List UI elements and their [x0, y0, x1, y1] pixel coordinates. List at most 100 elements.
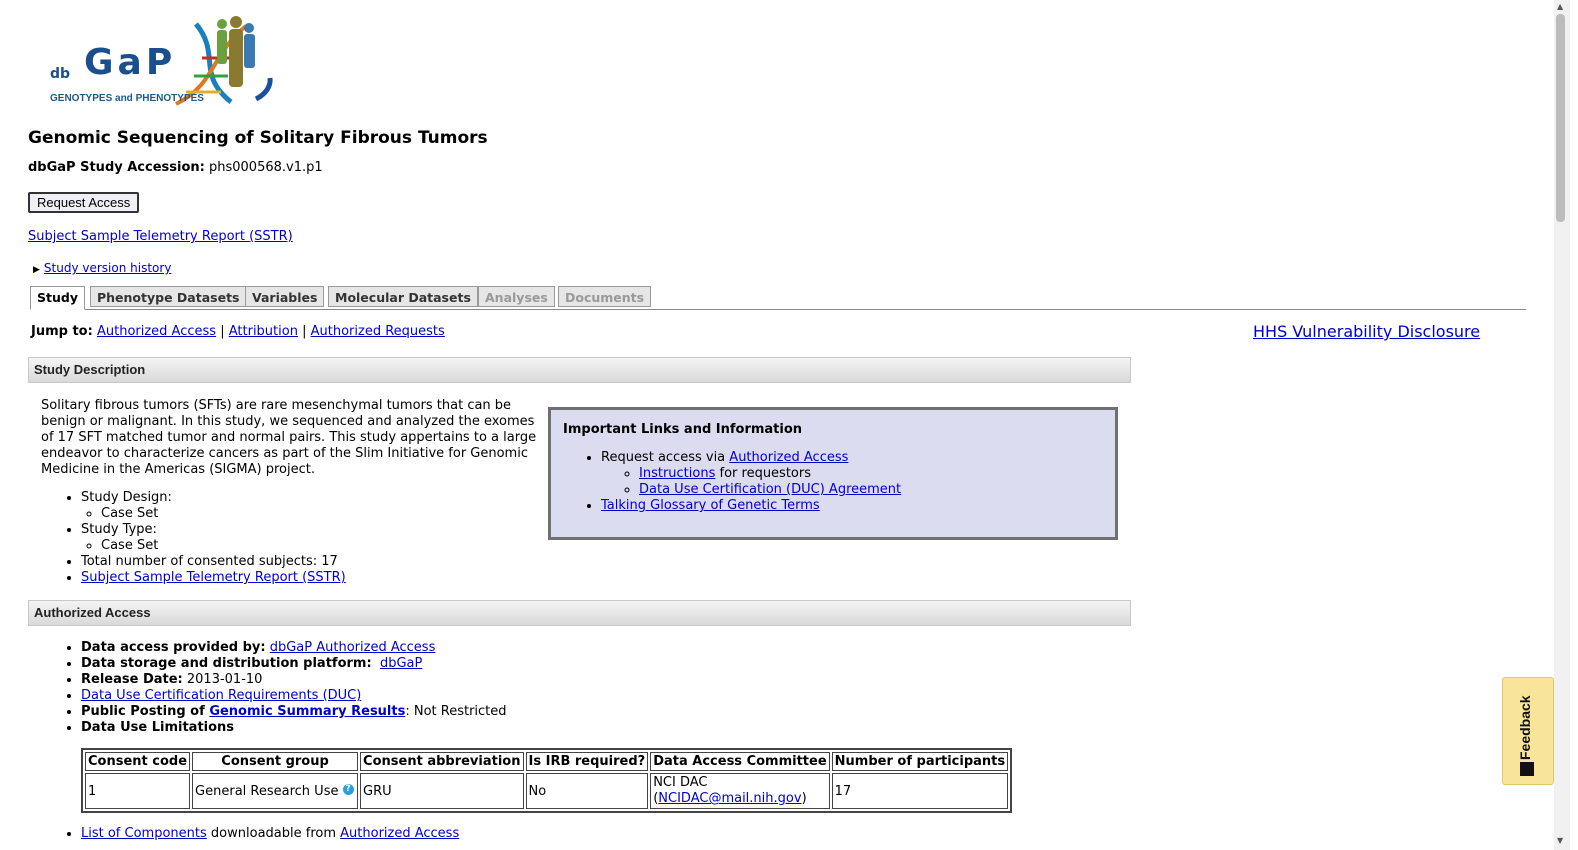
column-header: Consent code	[85, 752, 191, 771]
tab-analyses: Analyses	[478, 286, 555, 307]
logo-main: GaP	[84, 42, 177, 83]
list-item: Release Date: 2013-01-10	[81, 672, 507, 688]
genomic-summary-results-link[interactable]: Genomic Summary Results	[209, 704, 405, 719]
list-item: Data Use Limitations	[81, 720, 507, 736]
dbgap-logo[interactable]: db GaP GENOTYPES and PHENOTYPES	[46, 14, 276, 110]
dac-email-link[interactable]: NCIDAC@mail.nih.gov	[658, 791, 801, 806]
column-header: Consent group	[192, 752, 359, 771]
consent-code-cell: 1	[85, 773, 191, 809]
jump-separator: |	[220, 324, 225, 339]
participants-cell: 17	[831, 773, 1009, 809]
tab-molecular-datasets[interactable]: Molecular Datasets	[328, 286, 478, 307]
request-access-via-label: Request access via	[601, 450, 726, 465]
instructions-suffix: for requestors	[719, 466, 812, 481]
tab-variables[interactable]: Variables	[245, 286, 325, 307]
jump-authorized-access-link[interactable]: Authorized Access	[97, 324, 216, 339]
dac-cell: NCI DAC (NCIDAC@mail.nih.gov)	[650, 773, 830, 809]
list-item: Public Posting of Genomic Summary Result…	[81, 704, 507, 720]
study-type-value: Case Set	[101, 538, 346, 554]
study-description-text: Solitary fibrous tumors (SFTs) are rare …	[41, 398, 537, 477]
list-item: Subject Sample Telemetry Report (SSTR)	[81, 570, 346, 586]
list-item: Data storage and distribution platform: …	[81, 656, 507, 672]
table-row: 1 General Research Use ? GRU No NCI DAC(…	[85, 773, 1009, 809]
duc-requirements-link[interactable]: Data Use Certification Requirements (DUC…	[81, 688, 361, 703]
study-version-history[interactable]: ▶ Study version history	[33, 261, 171, 275]
talking-glossary-link[interactable]: Talking Glossary of Genetic Terms	[601, 498, 820, 513]
instructions-link[interactable]: Instructions	[639, 466, 715, 481]
dbgap-authorized-access-link[interactable]: dbGaP Authorized Access	[270, 640, 436, 655]
important-links-box: Important Links and Information Request …	[548, 407, 1118, 540]
list-item: Study Design: Case Set	[81, 490, 346, 522]
authorized-access-header: Authorized Access	[28, 600, 1131, 626]
request-access-button[interactable]: Request Access	[28, 192, 140, 213]
data-access-label: Data access provided by:	[81, 640, 266, 655]
accession-label: dbGaP Study Accession:	[28, 160, 205, 175]
accession-value: phs000568.v1.p1	[209, 160, 323, 175]
logo-prefix: db	[50, 66, 71, 82]
logo-tagline: GENOTYPES and PHENOTYPES	[50, 93, 204, 104]
column-header: Consent abbreviation	[360, 752, 524, 771]
list-item: Instructions for requestors	[639, 466, 1103, 482]
feedback-label: Feedback	[1517, 695, 1533, 760]
hhs-vulnerability-disclosure-link[interactable]: HHS Vulnerability Disclosure	[1253, 322, 1480, 341]
consent-abbreviation-cell: GRU	[360, 773, 524, 809]
column-header: Data Access Committee	[650, 752, 830, 771]
components-list: List of Components downloadable from Aut…	[61, 826, 459, 841]
column-header: Number of participants	[831, 752, 1009, 771]
dac-paren-close: )	[801, 791, 807, 806]
sstr-link[interactable]: Subject Sample Telemetry Report (SSTR)	[28, 229, 293, 244]
list-item: List of Components downloadable from Aut…	[81, 826, 459, 841]
jump-to-nav: Jump to: Authorized Access | Attribution…	[31, 324, 445, 339]
jump-authorized-requests-link[interactable]: Authorized Requests	[311, 324, 445, 339]
list-item: Data access provided by: dbGaP Authorize…	[81, 640, 507, 656]
study-version-history-link[interactable]: Study version history	[44, 261, 172, 275]
list-item: Data Use Certification (DUC) Agreement	[639, 482, 1103, 498]
consent-group-text: General Research Use	[195, 783, 339, 799]
feedback-button[interactable]: Feedback	[1502, 677, 1554, 785]
scroll-up-arrow-icon[interactable]: ▲	[1557, 2, 1563, 11]
public-posting-label: Public Posting of	[81, 704, 205, 719]
public-posting-value: : Not Restricted	[405, 704, 507, 719]
duc-agreement-link[interactable]: Data Use Certification (DUC) Agreement	[639, 482, 901, 497]
expand-triangle-icon[interactable]: ▶	[33, 265, 40, 275]
dbgap-platform-link[interactable]: dbGaP	[380, 656, 422, 671]
list-item: Request access via Authorized Access Ins…	[601, 450, 1103, 498]
study-design-value: Case Set	[101, 506, 346, 522]
scrollbar-thumb[interactable]	[1556, 14, 1565, 222]
jump-attribution-link[interactable]: Attribution	[229, 324, 298, 339]
tab-documents: Documents	[558, 286, 652, 307]
tab-study[interactable]: Study	[30, 286, 85, 310]
list-of-components-link[interactable]: List of Components	[81, 826, 207, 841]
study-details-list: Study Design: Case Set Study Type: Case …	[61, 490, 346, 586]
column-header: Is IRB required?	[525, 752, 649, 771]
sstr-link-description[interactable]: Subject Sample Telemetry Report (SSTR)	[81, 570, 346, 585]
study-type-label: Study Type:	[81, 522, 157, 537]
consent-group-cell: General Research Use ?	[192, 773, 359, 809]
scroll-down-arrow-icon[interactable]: ▼	[1557, 836, 1563, 845]
components-middle-text: downloadable from	[210, 826, 336, 841]
platform-label: Data storage and distribution platform:	[81, 656, 372, 671]
authorized-access-list: Data access provided by: dbGaP Authorize…	[61, 640, 507, 736]
jump-to-label: Jump to:	[31, 324, 93, 339]
list-item: Data Use Certification Requirements (DUC…	[81, 688, 507, 704]
list-item: Study Type: Case Set	[81, 522, 346, 554]
consent-table: Consent code Consent group Consent abbre…	[81, 748, 1013, 813]
help-question-icon[interactable]: ?	[342, 783, 354, 795]
important-links-title: Important Links and Information	[563, 422, 803, 437]
consented-subjects: Total number of consented subjects: 17	[81, 554, 346, 570]
study-design-label: Study Design:	[81, 490, 172, 505]
page-title: Genomic Sequencing of Solitary Fibrous T…	[28, 128, 488, 148]
infobox-authorized-access-link[interactable]: Authorized Access	[729, 450, 848, 465]
study-tabs: Study Phenotype Datasets Variables Molec…	[30, 286, 1526, 310]
study-description-header: Study Description	[28, 357, 1131, 383]
release-date-label: Release Date:	[81, 672, 183, 687]
data-use-limitations-label: Data Use Limitations	[81, 720, 235, 735]
table-header-row: Consent code Consent group Consent abbre…	[85, 752, 1009, 771]
components-authorized-access-link[interactable]: Authorized Access	[340, 826, 459, 841]
tab-phenotype-datasets[interactable]: Phenotype Datasets	[90, 286, 247, 307]
release-date-value: 2013-01-10	[186, 672, 263, 687]
jump-separator: |	[302, 324, 307, 339]
list-item: Talking Glossary of Genetic Terms	[601, 498, 1103, 514]
irb-required-cell: No	[525, 773, 649, 809]
dac-name: NCI DAC	[653, 775, 708, 790]
